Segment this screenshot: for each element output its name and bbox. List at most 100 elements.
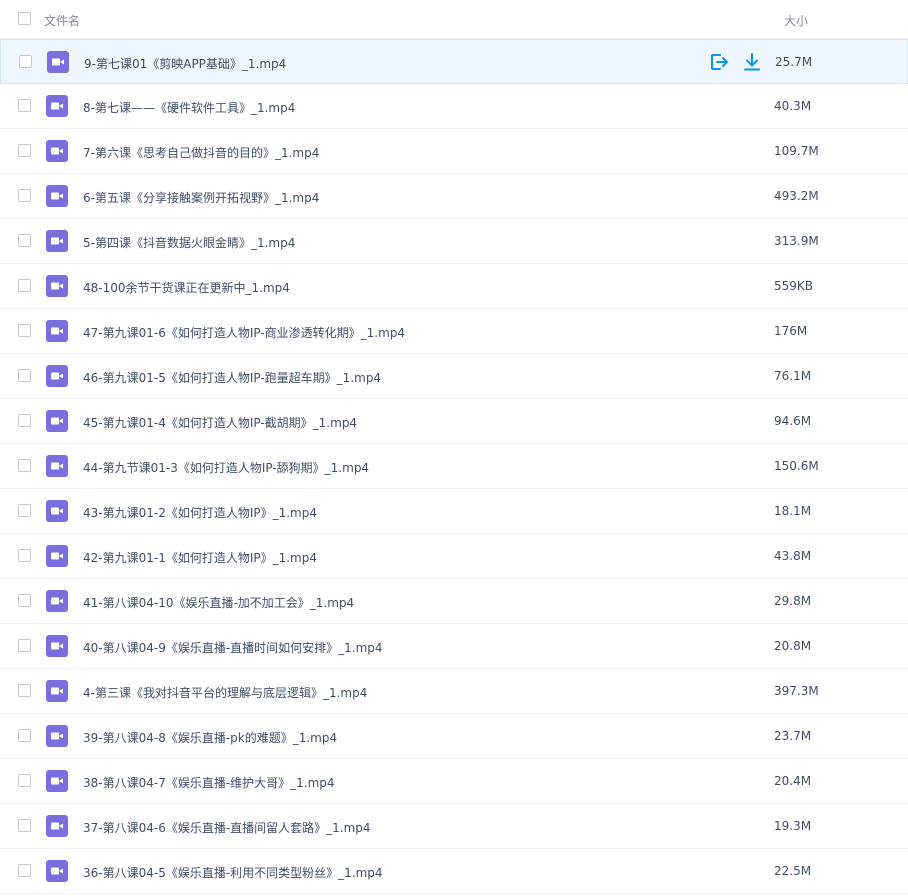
row-checkbox[interactable] [18, 189, 31, 202]
video-file-icon [46, 410, 68, 432]
file-name[interactable]: 45-第九课01-4《如何打造人物IP-截胡期》_1.mp4 [83, 414, 357, 431]
video-file-icon [46, 500, 68, 522]
row-checkbox[interactable] [18, 864, 31, 877]
file-row[interactable]: 45-第九课01-4《如何打造人物IP-截胡期》_1.mp4 94.6M [0, 399, 908, 444]
file-size: 150.6M [774, 459, 819, 473]
file-size: 18.1M [774, 504, 812, 518]
video-file-icon [46, 725, 68, 747]
file-row[interactable]: 42-第九课01-1《如何打造人物IP》_1.mp4 43.8M [0, 534, 908, 579]
video-file-icon [46, 860, 68, 882]
row-checkbox[interactable] [18, 549, 31, 562]
file-row[interactable]: 41-第八课04-10《娱乐直播-加不加工会》_1.mp4 29.8M [0, 579, 908, 624]
column-header-filename[interactable]: 文件名 [44, 12, 80, 29]
file-size: 559KB [774, 279, 814, 293]
file-list-header: 文件名 大小 [0, 0, 908, 39]
video-file-icon [46, 320, 68, 342]
file-size: 493.2M [774, 189, 819, 203]
video-file-icon [46, 185, 68, 207]
file-row[interactable]: 7-第六课《思考自己做抖音的目的》_1.mp4 109.7M [0, 129, 908, 174]
file-name[interactable]: 37-第八课04-6《娱乐直播-直播间留人套路》_1.mp4 [83, 819, 371, 836]
row-checkbox[interactable] [18, 99, 31, 112]
file-row[interactable]: 46-第九课01-5《如何打造人物IP-跑量超车期》_1.mp4 76.1M [0, 354, 908, 399]
video-file-icon [46, 680, 68, 702]
file-size: 76.1M [774, 369, 812, 383]
file-row[interactable]: 47-第九课01-6《如何打造人物IP-商业渗透转化期》_1.mp4 176M [0, 309, 908, 354]
file-size: 397.3M [774, 684, 819, 698]
file-name[interactable]: 38-第八课04-7《娱乐直播-维护大哥》_1.mp4 [83, 774, 335, 791]
file-size: 109.7M [774, 144, 819, 158]
video-file-icon [46, 275, 68, 297]
row-checkbox[interactable] [18, 234, 31, 247]
file-size: 94.6M [774, 414, 812, 428]
file-size: 20.8M [774, 639, 812, 653]
file-row[interactable]: 8-第七课——《硬件软件工具》_1.mp4 40.3M [0, 84, 908, 129]
file-list: 9-第七课01《剪映APP基础》_1.mp4 25.7M 8-第七课——《硬件软… [0, 39, 908, 894]
file-name[interactable]: 7-第六课《思考自己做抖音的目的》_1.mp4 [83, 144, 319, 161]
file-name[interactable]: 44-第九节课01-3《如何打造人物IP-舔狗期》_1.mp4 [83, 459, 369, 476]
row-checkbox[interactable] [18, 459, 31, 472]
file-row[interactable]: 37-第八课04-6《娱乐直播-直播间留人套路》_1.mp4 19.3M [0, 804, 908, 849]
file-size: 20.4M [774, 774, 812, 788]
file-row[interactable]: 40-第八课04-9《娱乐直播-直播时间如何安排》_1.mp4 20.8M [0, 624, 908, 669]
file-row[interactable]: 36-第八课04-5《娱乐直播-利用不同类型粉丝》_1.mp4 22.5M [0, 849, 908, 894]
row-checkbox[interactable] [18, 639, 31, 652]
video-file-icon [46, 590, 68, 612]
file-name[interactable]: 48-100余节干货课正在更新中_1.mp4 [83, 279, 290, 296]
row-checkbox[interactable] [18, 819, 31, 832]
file-row[interactable]: 5-第四课《抖音数据火眼金睛》_1.mp4 313.9M [0, 219, 908, 264]
file-name[interactable]: 9-第七课01《剪映APP基础》_1.mp4 [84, 55, 286, 72]
video-file-icon [46, 815, 68, 837]
file-name[interactable]: 36-第八课04-5《娱乐直播-利用不同类型粉丝》_1.mp4 [83, 864, 383, 881]
file-row[interactable]: 39-第八课04-8《娱乐直播-pk的难题》_1.mp4 23.7M [0, 714, 908, 759]
file-row[interactable]: 44-第九节课01-3《如何打造人物IP-舔狗期》_1.mp4 150.6M [0, 444, 908, 489]
file-row[interactable]: 48-100余节干货课正在更新中_1.mp4 559KB [0, 264, 908, 309]
row-checkbox[interactable] [18, 504, 31, 517]
row-checkbox[interactable] [18, 369, 31, 382]
file-name[interactable]: 5-第四课《抖音数据火眼金睛》_1.mp4 [83, 234, 295, 251]
select-all-checkbox[interactable] [18, 12, 31, 25]
file-name[interactable]: 4-第三课《我对抖音平台的理解与底层逻辑》_1.mp4 [83, 684, 367, 701]
file-name[interactable]: 43-第九课01-2《如何打造人物IP》_1.mp4 [83, 504, 317, 521]
row-checkbox[interactable] [18, 594, 31, 607]
file-size: 25.7M [775, 55, 813, 69]
file-name[interactable]: 47-第九课01-6《如何打造人物IP-商业渗透转化期》_1.mp4 [83, 324, 405, 341]
video-file-icon [46, 635, 68, 657]
row-checkbox[interactable] [18, 144, 31, 157]
file-row[interactable]: 4-第三课《我对抖音平台的理解与底层逻辑》_1.mp4 397.3M [0, 669, 908, 714]
file-name[interactable]: 46-第九课01-5《如何打造人物IP-跑量超车期》_1.mp4 [83, 369, 381, 386]
file-name[interactable]: 42-第九课01-1《如何打造人物IP》_1.mp4 [83, 549, 317, 566]
download-icon[interactable] [742, 52, 762, 72]
column-header-size[interactable]: 大小 [784, 12, 808, 29]
video-file-icon [46, 770, 68, 792]
file-size: 313.9M [774, 234, 819, 248]
row-checkbox[interactable] [18, 774, 31, 787]
file-row[interactable]: 9-第七课01《剪映APP基础》_1.mp4 25.7M [0, 39, 908, 84]
row-checkbox[interactable] [18, 684, 31, 697]
video-file-icon [46, 545, 68, 567]
file-name[interactable]: 40-第八课04-9《娱乐直播-直播时间如何安排》_1.mp4 [83, 639, 383, 656]
file-name[interactable]: 8-第七课——《硬件软件工具》_1.mp4 [83, 99, 295, 116]
share-icon[interactable] [709, 52, 729, 72]
row-checkbox[interactable] [19, 55, 32, 68]
file-row[interactable]: 43-第九课01-2《如何打造人物IP》_1.mp4 18.1M [0, 489, 908, 534]
video-file-icon [46, 95, 68, 117]
video-file-icon [46, 230, 68, 252]
file-name[interactable]: 6-第五课《分享接触案例开拓视野》_1.mp4 [83, 189, 319, 206]
file-row[interactable]: 38-第八课04-7《娱乐直播-维护大哥》_1.mp4 20.4M [0, 759, 908, 804]
file-name[interactable]: 41-第八课04-10《娱乐直播-加不加工会》_1.mp4 [83, 594, 354, 611]
row-checkbox[interactable] [18, 414, 31, 427]
row-checkbox[interactable] [18, 324, 31, 337]
file-name[interactable]: 39-第八课04-8《娱乐直播-pk的难题》_1.mp4 [83, 729, 337, 746]
file-size: 40.3M [774, 99, 812, 113]
video-file-icon [47, 51, 69, 73]
file-size: 22.5M [774, 864, 812, 878]
row-checkbox[interactable] [18, 729, 31, 742]
file-size: 43.8M [774, 549, 812, 563]
file-size: 176M [774, 324, 808, 338]
file-size: 19.3M [774, 819, 812, 833]
video-file-icon [46, 455, 68, 477]
file-row[interactable]: 6-第五课《分享接触案例开拓视野》_1.mp4 493.2M [0, 174, 908, 219]
file-size: 29.8M [774, 594, 812, 608]
video-file-icon [46, 140, 68, 162]
row-checkbox[interactable] [18, 279, 31, 292]
